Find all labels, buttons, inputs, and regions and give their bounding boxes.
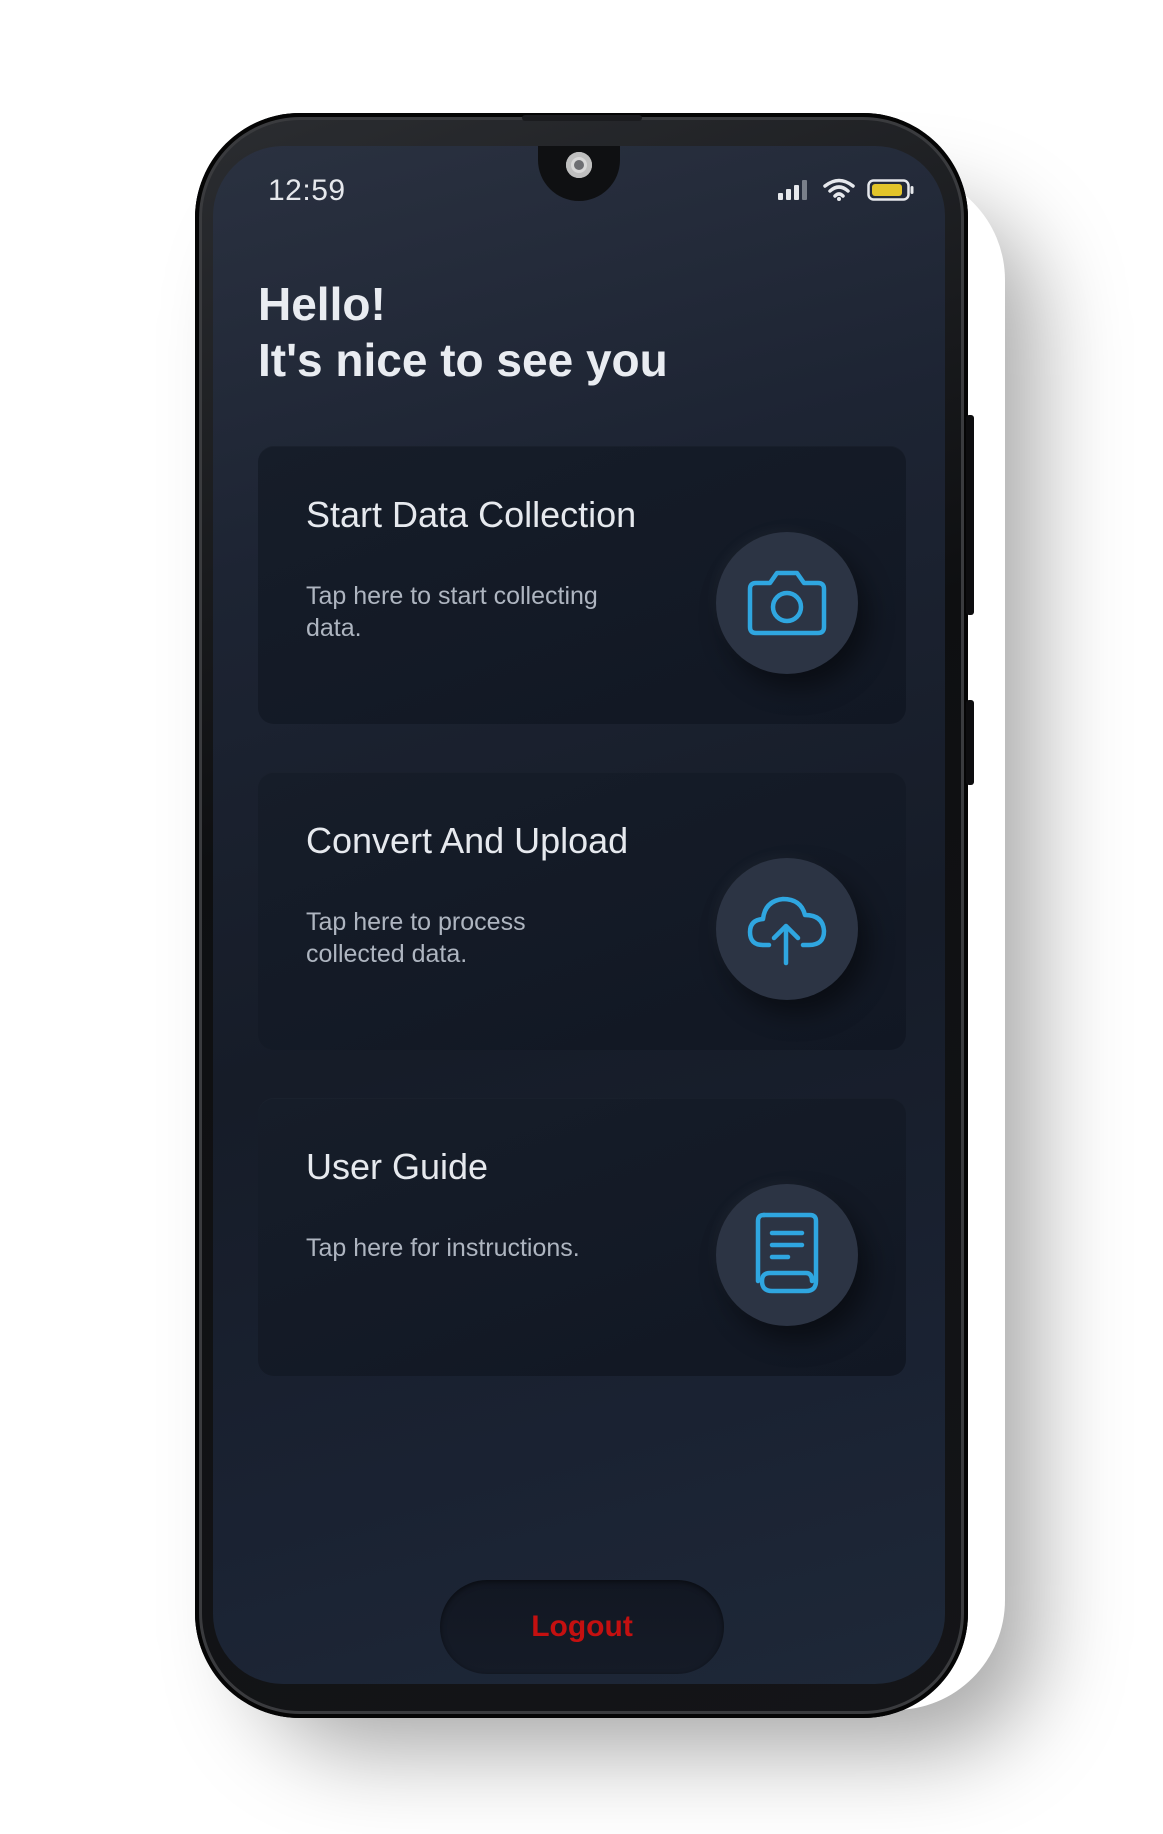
card-title: Start Data Collection [306,494,637,535]
signal-icon [777,179,811,206]
convert-and-upload-card[interactable]: Convert And Upload Tap here to process c… [258,772,906,1050]
app-screen: 12:59 Hello! It's nice to see you Start … [213,146,945,1684]
camera-icon [746,565,828,642]
status-time: 12:59 [268,174,346,207]
volume-button [966,415,974,615]
document-icon [752,1211,822,1300]
card-title: Convert And Upload [306,820,629,861]
cloud-upload-icon [745,887,829,972]
user-guide-card[interactable]: User Guide Tap here for instructions. [258,1098,906,1376]
camera-button[interactable] [716,532,858,674]
greeting-line-hello: Hello! [258,278,386,330]
greeting: Hello! It's nice to see you [258,276,668,388]
power-button [966,700,974,785]
card-title: User Guide [306,1146,489,1187]
card-subtitle: Tap here for instructions. [306,1234,580,1262]
upload-button[interactable] [716,858,858,1000]
front-camera [566,152,592,178]
wifi-icon [823,178,855,207]
card-subtitle: Tap here to start collecting data. [306,582,598,642]
card-subtitle: Tap here to process collected data. [306,908,526,968]
logout-button[interactable]: Logout [440,1580,724,1674]
notch [538,146,620,201]
start-data-collection-card[interactable]: Start Data Collection Tap here to start … [258,446,906,724]
guide-button[interactable] [716,1184,858,1326]
phone-speaker [522,115,642,121]
battery-level [872,184,902,196]
battery-icon [867,178,915,207]
status-icons [777,178,915,207]
greeting-line-nice: It's nice to see you [258,334,668,386]
